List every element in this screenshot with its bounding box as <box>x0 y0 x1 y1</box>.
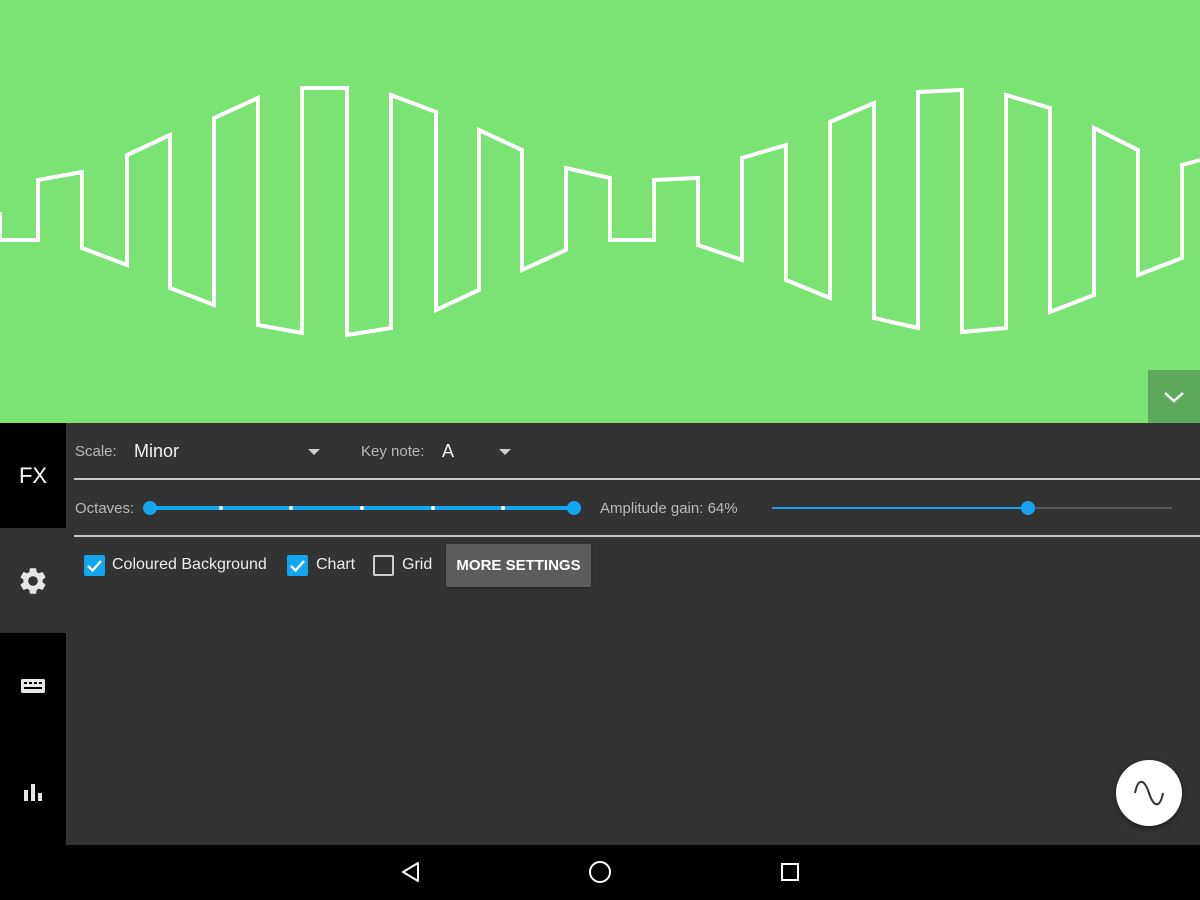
key-note-label: Key note: <box>361 443 425 460</box>
tab-fx[interactable]: FX <box>0 423 66 528</box>
scale-label: Scale: <box>75 443 117 460</box>
tab-keyboard[interactable] <box>0 633 66 738</box>
checkmark-icon <box>87 560 102 573</box>
amplitude-slider-thumb[interactable] <box>1021 501 1035 515</box>
bar-chart-icon <box>24 783 42 801</box>
octaves-slider-tick <box>289 506 293 510</box>
divider <box>74 478 1200 480</box>
amplitude-gain-label: Amplitude gain: 64% <box>600 500 738 517</box>
waveform-chart <box>0 0 1200 423</box>
key-note-value: A <box>442 441 455 461</box>
amplitude-gain-slider[interactable] <box>772 496 1172 520</box>
octaves-min-thumb[interactable] <box>143 501 157 515</box>
dropdown-arrow-icon <box>308 449 320 455</box>
back-button[interactable] <box>396 857 426 887</box>
octaves-max-thumb[interactable] <box>567 501 581 515</box>
home-icon <box>589 861 611 883</box>
waveform-background <box>0 0 1200 423</box>
octaves-slider[interactable] <box>143 496 581 520</box>
tab-settings[interactable] <box>0 528 66 633</box>
back-icon <box>402 862 419 882</box>
octaves-slider-tick <box>501 506 505 510</box>
key-note-dropdown[interactable]: A <box>440 435 516 467</box>
octaves-slider-tick <box>431 506 435 510</box>
more-settings-button[interactable]: MORE SETTINGS <box>446 544 591 587</box>
checkmark-icon <box>290 560 305 573</box>
gear-icon <box>20 567 46 594</box>
home-button[interactable] <box>585 857 615 887</box>
sine-wave-icon <box>1134 780 1164 806</box>
scale-dropdown[interactable]: Minor <box>132 435 326 467</box>
grid-checkbox-label[interactable]: Grid <box>402 556 432 574</box>
waveform-display <box>0 0 1200 423</box>
coloured-background-label[interactable]: Coloured Background <box>112 556 267 574</box>
grid-checkbox[interactable] <box>373 555 394 576</box>
tab-chart[interactable] <box>0 738 66 845</box>
keyboard-icon <box>21 678 45 693</box>
tab-fx-label: FX <box>18 462 48 488</box>
dropdown-arrow-icon <box>499 449 511 455</box>
recents-icon <box>781 863 799 881</box>
recents-button[interactable] <box>775 857 805 887</box>
waveform-select-button[interactable] <box>1116 760 1182 826</box>
octaves-slider-tick <box>360 506 364 510</box>
divider <box>74 535 1200 537</box>
octaves-label: Octaves: <box>75 500 135 517</box>
coloured-background-checkbox[interactable] <box>84 555 105 576</box>
octaves-slider-tick <box>219 506 223 510</box>
chart-checkbox[interactable] <box>287 555 308 576</box>
amplitude-slider-fill <box>772 507 1028 509</box>
collapse-button[interactable] <box>1148 370 1200 423</box>
settings-panel: Scale: Minor Key note: A Octaves: Amplit… <box>66 423 1200 845</box>
chevron-down-icon <box>1164 391 1184 403</box>
scale-value: Minor <box>134 441 180 461</box>
sidebar: FX <box>0 423 66 845</box>
system-navigation-bar <box>0 845 1200 900</box>
chart-checkbox-label[interactable]: Chart <box>316 556 355 574</box>
